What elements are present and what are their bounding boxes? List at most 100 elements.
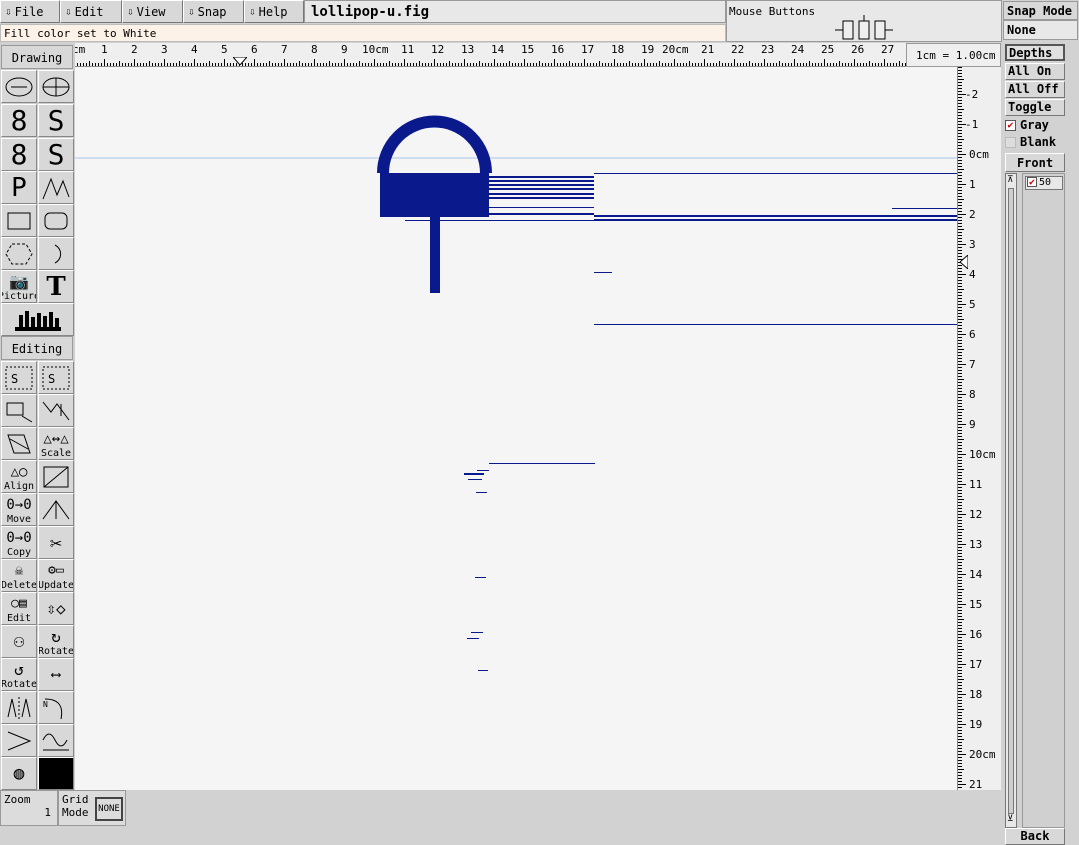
open-spline-tool[interactable]: S (38, 104, 74, 137)
mouse-buttons-panel: Mouse Buttons (726, 0, 1002, 42)
zoom-control[interactable]: Zoom 1 (0, 790, 58, 826)
ruler-tick (958, 466, 962, 467)
convert-tool[interactable]: ⟷ (38, 658, 74, 691)
closed-spline-icon: 8 (10, 104, 28, 137)
break-compound-tool[interactable]: S (38, 361, 74, 394)
tangent-tool[interactable] (38, 724, 74, 757)
ruler-tick (958, 655, 962, 656)
ruler-tick (958, 601, 962, 602)
scissors-icon: ✂ (49, 530, 63, 555)
ruler-tick (958, 286, 962, 287)
ruler-tick (958, 703, 962, 704)
copy-tool[interactable]: 0→0 Copy (1, 526, 37, 559)
help-menu[interactable]: ⇩ Help (244, 0, 304, 23)
ruler-tick (958, 175, 962, 176)
snap-mode-value[interactable]: None (1003, 20, 1078, 40)
vruler-label: 7 (969, 358, 976, 371)
closed-approx-spline-tool[interactable]: 8 (1, 138, 37, 171)
mirror-tool[interactable] (1, 691, 37, 724)
ruler-tick (464, 59, 465, 66)
ruler-tick (958, 622, 962, 623)
compound-tool[interactable]: S (1, 361, 37, 394)
circle-radius-tool[interactable] (1, 70, 37, 103)
text-tool[interactable]: T (38, 270, 74, 303)
delete-tool[interactable]: ☠ Delete (1, 559, 37, 592)
align-tool[interactable]: △○ Align (1, 460, 37, 493)
ruler-tick (958, 160, 962, 161)
ruler-tick (644, 59, 645, 66)
edit-menu[interactable]: ⇩ Edit (60, 0, 122, 23)
ruler-tick (958, 742, 962, 743)
gray-checkbox[interactable]: ✔ Gray (1005, 118, 1049, 132)
current-color-swatch[interactable] (38, 757, 74, 790)
anchor-tool[interactable]: ⚇ (1, 625, 37, 658)
ruler-tick (958, 130, 962, 131)
ruler-tick (958, 487, 962, 488)
circle-diameter-tool[interactable] (38, 70, 74, 103)
edit-tool[interactable]: ○▤ Edit (1, 592, 37, 625)
rotate-cw-tool[interactable]: ↻ Rotate (38, 625, 74, 658)
add-point-tool[interactable] (1, 427, 37, 460)
ruler-tick (958, 535, 962, 536)
blank-checkbox[interactable]: Blank (1005, 135, 1056, 149)
all-on-button[interactable]: All On (1005, 63, 1065, 80)
toggle-button[interactable]: Toggle (1005, 99, 1065, 116)
drawing-canvas[interactable] (75, 67, 957, 790)
update-tool[interactable]: ⚙▭ Update (38, 559, 74, 592)
polyline-tool[interactable] (38, 171, 74, 204)
library-tool[interactable] (1, 303, 74, 336)
hruler-label: 17 (581, 43, 595, 56)
ruler-tick (958, 451, 962, 452)
arc-tool[interactable] (38, 237, 74, 270)
snap-menu[interactable]: ⇩ Snap (183, 0, 244, 23)
regular-polygon-tool[interactable] (1, 237, 37, 270)
add-arrow-tool[interactable] (38, 493, 74, 526)
ruler-tick (958, 85, 962, 86)
ruler-tick (958, 397, 962, 398)
scale-tool[interactable]: △↔△ Scale (38, 427, 74, 460)
hruler-label: 9 (341, 43, 348, 56)
polygon-points-tool[interactable] (1, 724, 37, 757)
flip-tool[interactable]: ⇳◇ (38, 592, 74, 625)
open-compound-tool[interactable] (1, 394, 37, 427)
paint-tool[interactable]: ◍ (1, 757, 37, 790)
cut-tool[interactable]: ✂ (38, 526, 74, 559)
polygon-tool[interactable]: P (1, 171, 37, 204)
hruler-label: 19 (641, 43, 655, 56)
hruler-label: 22 (731, 43, 745, 56)
scroll-thumb[interactable] (1008, 188, 1014, 814)
text-icon: T (46, 271, 66, 302)
ruler-tick (958, 103, 962, 104)
arc-angle-tool[interactable]: N (38, 691, 74, 724)
rotate-ccw-tool[interactable]: ↺ Rotate (1, 658, 37, 691)
closed-spline-tool[interactable]: 8 (1, 104, 37, 137)
ruler-tick (958, 406, 962, 407)
ruler-tick (958, 106, 962, 107)
box-tool[interactable] (1, 204, 37, 237)
point-move-tool[interactable] (38, 394, 74, 427)
ruler-tick (134, 59, 135, 66)
grid-mode-control[interactable]: Grid Mode NONE (58, 790, 126, 826)
resize-icon (43, 466, 69, 487)
move-tool[interactable]: 0→0 Move (1, 493, 37, 526)
ruler-tick (958, 301, 962, 302)
flip-icon: ⇳◇ (46, 598, 66, 618)
ruler-tick (958, 613, 962, 614)
depth-item-50[interactable]: ✔ 50 (1025, 176, 1063, 190)
view-menu[interactable]: ⇩ View (122, 0, 183, 23)
ruler-tick (958, 193, 962, 194)
rounded-box-tool[interactable] (38, 204, 74, 237)
zoom-value: 1 (44, 806, 51, 819)
picture-tool[interactable]: 📷Picture (1, 270, 37, 303)
file-menu[interactable]: ⇩ File (0, 0, 60, 23)
ruler-tick (958, 490, 962, 491)
ruler-tick (958, 610, 962, 611)
open-approx-spline-tool[interactable]: S (38, 138, 74, 171)
resize-tool[interactable] (38, 460, 74, 493)
ruler-tick (958, 436, 962, 437)
ruler-tick (958, 646, 962, 647)
depth-scrollbar[interactable]: ⊼ ⊻ (1005, 173, 1017, 828)
all-off-button[interactable]: All Off (1005, 81, 1065, 98)
polygon-icon: P (11, 172, 27, 203)
ruler-tick (958, 763, 962, 764)
